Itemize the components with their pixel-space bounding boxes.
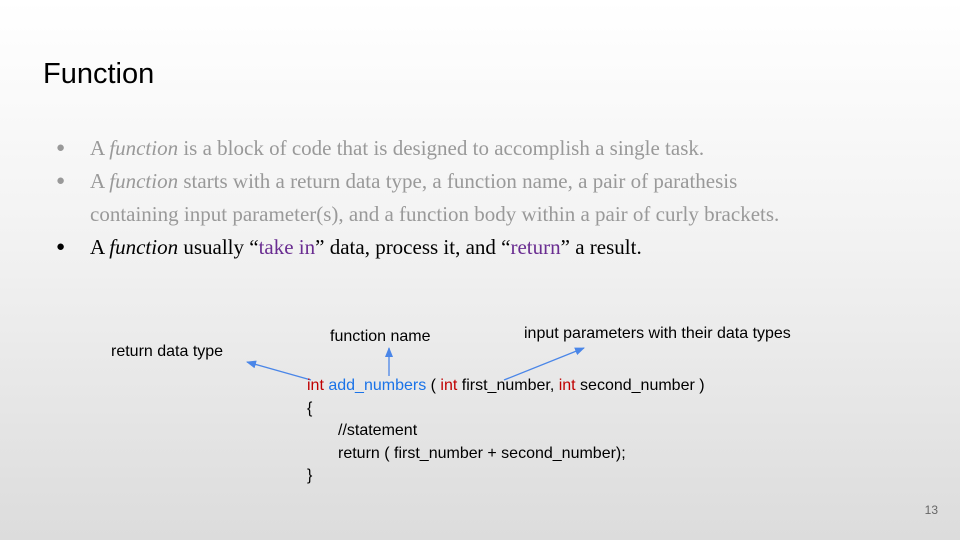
bullet-item-structure: ● A function starts with a return data t…	[50, 165, 930, 231]
bullet-dot-icon: ●	[56, 239, 66, 255]
code-function-name: add_numbers	[328, 377, 427, 394]
code-line-signature: int add_numbers ( int first_number, int …	[307, 375, 705, 398]
bullet-keyword-take-in: take in	[258, 235, 316, 259]
label-return-data-type: return data type	[111, 343, 224, 360]
label-input-parameters: input parameters with their data types	[524, 325, 791, 342]
code-keyword-int: int	[558, 377, 576, 394]
bullet-term-function: function	[109, 169, 179, 193]
code-paren-open: (	[426, 377, 441, 394]
bullet-text: ” data, process it, and “	[315, 235, 511, 259]
bullet-text: is a block of code that is designed to a…	[178, 136, 705, 160]
bullet-text: A	[90, 169, 110, 193]
bullet-text: A	[90, 136, 110, 160]
label-function-name: function name	[330, 328, 431, 345]
code-keyword-int: int	[440, 377, 458, 394]
bullet-item-definition: ● A function is a block of code that is …	[50, 132, 930, 165]
bullet-text: usually “	[178, 235, 259, 259]
code-keyword-int: int	[307, 377, 324, 394]
bullet-keyword-return: return	[510, 235, 561, 259]
bullet-text-continuation: containing input parameter(s), and a fun…	[90, 202, 780, 226]
bullet-text: starts with a return data type, a functi…	[178, 169, 738, 193]
bullet-term-function: function	[109, 235, 179, 259]
bullet-term-function: function	[109, 136, 179, 160]
page-number: 13	[924, 503, 938, 517]
bullet-list: ● A function is a block of code that is …	[50, 132, 930, 264]
arrow-to-return-type	[246, 360, 312, 381]
code-brace-open: {	[307, 399, 313, 417]
bullet-text: ” a result.	[560, 235, 642, 259]
code-brace-close: }	[307, 467, 313, 484]
code-return-statement: return ( first_number + second_number);	[338, 444, 626, 462]
code-param-first: first_number,	[457, 377, 559, 394]
bullet-item-usage: ● A function usually “take in” data, pro…	[50, 231, 930, 264]
slide-title: Function	[43, 58, 155, 90]
bullet-dot-icon: ●	[56, 173, 66, 189]
code-block: int add_numbers ( int first_number, int …	[307, 375, 705, 488]
bullet-dot-icon: ●	[56, 140, 66, 156]
code-comment: //statement	[338, 422, 418, 439]
bullet-text: A	[90, 235, 110, 259]
code-param-second: second_number )	[575, 377, 705, 394]
